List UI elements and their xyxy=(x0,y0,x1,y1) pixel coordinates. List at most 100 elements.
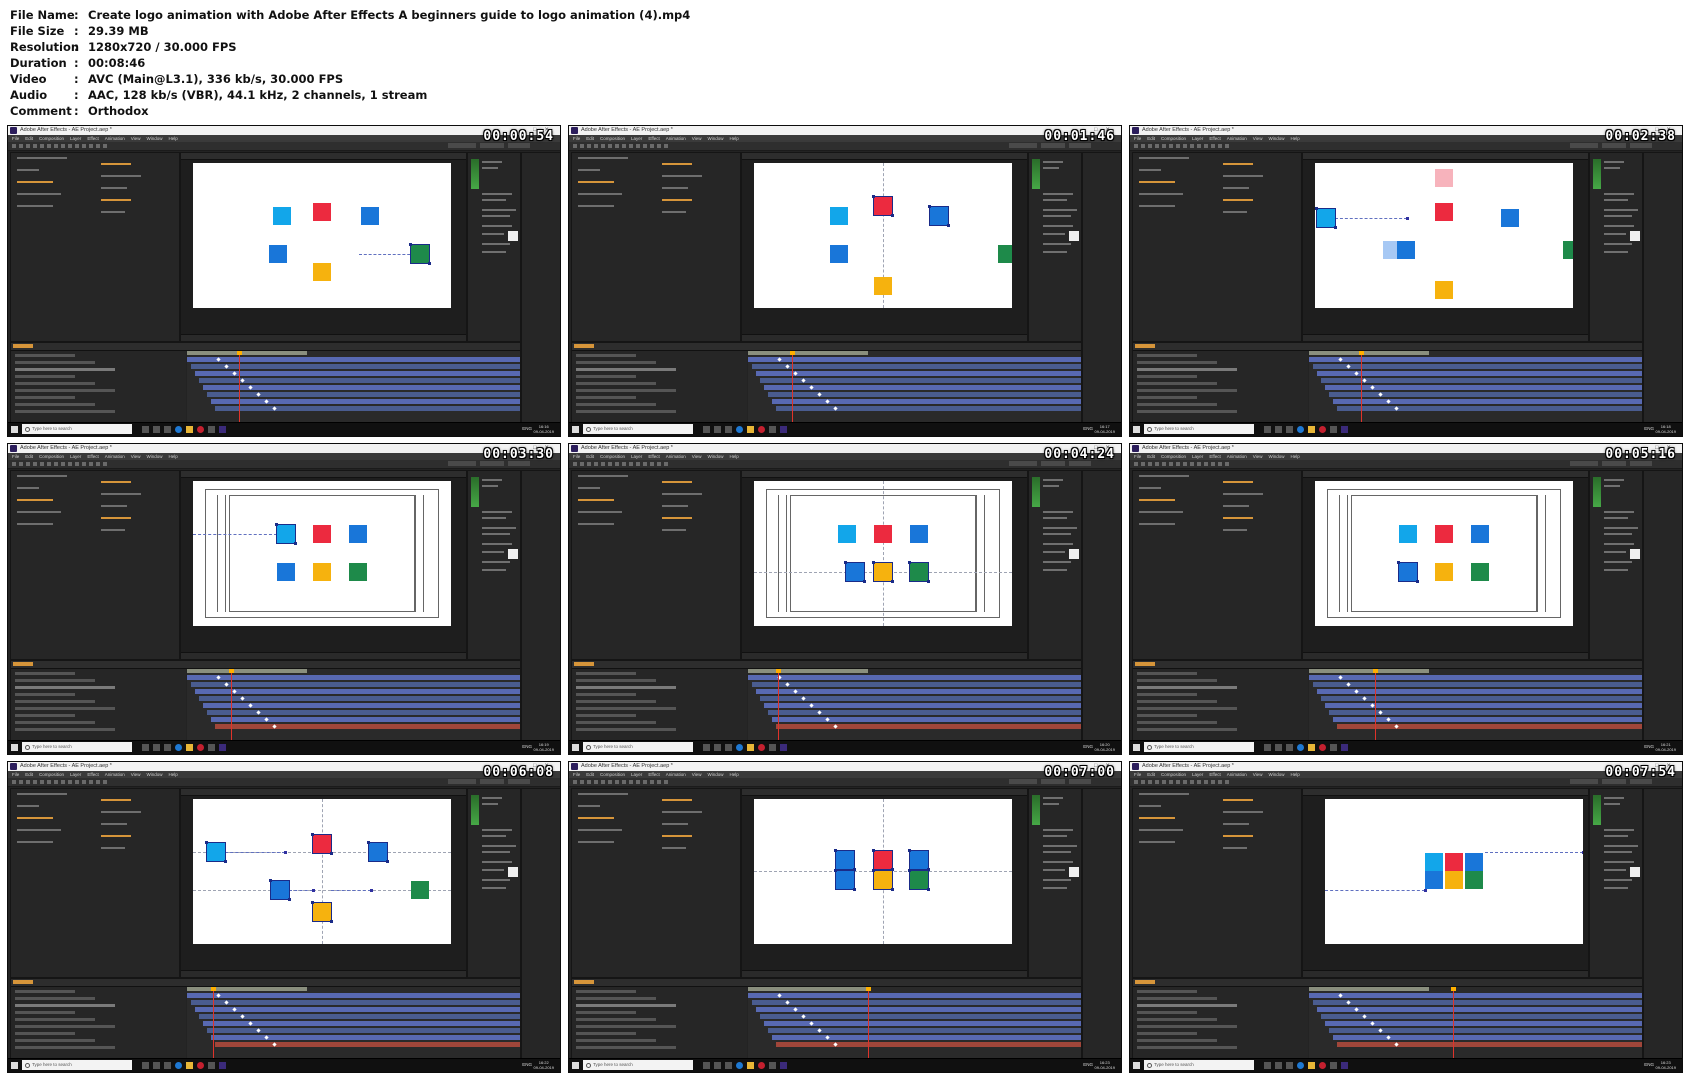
shape-layer-square[interactable] xyxy=(1435,525,1453,543)
layer-row[interactable] xyxy=(1137,721,1217,724)
menu-item[interactable]: File xyxy=(12,135,19,142)
layer-duration-bar[interactable] xyxy=(1313,364,1642,369)
tool-button[interactable] xyxy=(82,780,86,784)
menu-item[interactable]: Layer xyxy=(1192,135,1203,142)
layer-row[interactable] xyxy=(576,997,656,1000)
keyframe-point[interactable] xyxy=(1424,889,1427,892)
layer-row[interactable] xyxy=(1137,707,1237,710)
store-icon[interactable] xyxy=(1275,1062,1282,1069)
layer-row[interactable] xyxy=(15,361,95,364)
layer-duration-bar[interactable] xyxy=(748,675,1081,680)
composition-tabs[interactable] xyxy=(181,789,466,796)
layer-row[interactable] xyxy=(576,396,636,399)
task-view-icon[interactable] xyxy=(142,744,149,751)
work-area-bar[interactable] xyxy=(187,669,307,673)
layer-duration-bar[interactable] xyxy=(211,717,520,722)
settings-icon[interactable] xyxy=(208,744,215,751)
mail-icon[interactable] xyxy=(725,744,732,751)
layer-row[interactable] xyxy=(576,375,636,378)
layer-duration-bar[interactable] xyxy=(1337,406,1642,411)
shape-layer-square[interactable] xyxy=(349,563,367,581)
tool-button[interactable] xyxy=(1211,780,1215,784)
tool-button[interactable] xyxy=(19,144,23,148)
menu-item[interactable]: Composition xyxy=(600,771,625,778)
tool-button[interactable] xyxy=(622,144,626,148)
shape-layer-square[interactable] xyxy=(1445,853,1463,871)
shape-layer-square[interactable] xyxy=(1397,561,1419,583)
layer-row[interactable] xyxy=(1137,1018,1217,1021)
layer-row[interactable] xyxy=(15,389,115,392)
opera-icon[interactable] xyxy=(758,1062,765,1069)
store-icon[interactable] xyxy=(1275,744,1282,751)
layer-duration-bar[interactable] xyxy=(776,1042,1081,1047)
layer-row[interactable] xyxy=(1137,1004,1237,1007)
menu-item[interactable]: File xyxy=(1134,135,1141,142)
tool-button[interactable] xyxy=(1225,144,1229,148)
tool-button[interactable] xyxy=(1183,462,1187,466)
tool-button[interactable] xyxy=(643,462,647,466)
layer-duration-bar[interactable] xyxy=(772,399,1081,404)
shape-layer-square[interactable] xyxy=(872,869,894,891)
menu-item[interactable]: Layer xyxy=(1192,453,1203,460)
workspace-selector[interactable] xyxy=(1570,143,1598,148)
work-area-bar[interactable] xyxy=(1309,987,1429,991)
layer-row[interactable] xyxy=(576,686,676,689)
tool-button[interactable] xyxy=(1155,780,1159,784)
layer-duration-bar[interactable] xyxy=(1333,717,1642,722)
taskbar-clock[interactable]: 16:20 09-04-2019 xyxy=(1095,742,1115,752)
menu-item[interactable]: Edit xyxy=(586,453,594,460)
start-button-icon[interactable] xyxy=(11,1062,18,1069)
tool-button[interactable] xyxy=(68,462,72,466)
tool-button[interactable] xyxy=(26,780,30,784)
taskbar-clock[interactable]: 16:18 09-04-2019 xyxy=(1656,424,1676,434)
layer-row[interactable] xyxy=(576,1046,676,1049)
layer-row[interactable] xyxy=(15,721,95,724)
menu-item[interactable]: Help xyxy=(1290,453,1299,460)
language-indicator[interactable]: ENG xyxy=(522,426,532,431)
tool-button[interactable] xyxy=(1225,462,1229,466)
menu-item[interactable]: Edit xyxy=(1147,771,1155,778)
layer-row[interactable] xyxy=(1137,693,1197,696)
menu-item[interactable]: Layer xyxy=(631,453,642,460)
tool-button[interactable] xyxy=(47,462,51,466)
layer-duration-bar[interactable] xyxy=(1337,724,1642,729)
edge-icon[interactable] xyxy=(736,426,743,433)
layer-row[interactable] xyxy=(576,693,636,696)
tool-button[interactable] xyxy=(1169,144,1173,148)
menu-item[interactable]: Composition xyxy=(1161,453,1186,460)
file-explorer-icon[interactable] xyxy=(747,744,754,751)
layer-row[interactable] xyxy=(576,990,636,993)
layer-row[interactable] xyxy=(576,410,676,413)
layer-row[interactable] xyxy=(576,1011,636,1014)
playhead[interactable] xyxy=(790,351,795,423)
layer-row[interactable] xyxy=(576,679,656,682)
tool-button[interactable] xyxy=(47,144,51,148)
edge-icon[interactable] xyxy=(736,744,743,751)
menu-item[interactable]: Window xyxy=(707,453,723,460)
shape-layer-square[interactable] xyxy=(1471,563,1489,581)
tool-button[interactable] xyxy=(1197,144,1201,148)
layer-duration-bar[interactable] xyxy=(195,1007,520,1012)
start-button-icon[interactable] xyxy=(1133,426,1140,433)
settings-icon[interactable] xyxy=(208,1062,215,1069)
work-area-bar[interactable] xyxy=(187,351,307,355)
current-time-indicator[interactable] xyxy=(13,344,33,348)
file-explorer-icon[interactable] xyxy=(186,744,193,751)
composition-canvas[interactable] xyxy=(193,481,451,626)
tool-button[interactable] xyxy=(1204,462,1208,466)
language-indicator[interactable]: ENG xyxy=(1644,1062,1654,1067)
after-effects-icon[interactable] xyxy=(1341,1062,1348,1069)
language-indicator[interactable]: ENG xyxy=(522,1062,532,1067)
keyframe-point[interactable] xyxy=(1406,217,1409,220)
layer-row[interactable] xyxy=(1137,382,1217,385)
start-button-icon[interactable] xyxy=(11,426,18,433)
mail-icon[interactable] xyxy=(1286,1062,1293,1069)
layer-row[interactable] xyxy=(15,1025,115,1028)
taskbar-search[interactable]: Type here to search xyxy=(583,742,693,752)
tool-button[interactable] xyxy=(1183,780,1187,784)
taskbar-clock[interactable]: 16:23 09-04-2019 xyxy=(1095,1060,1115,1070)
tool-button[interactable] xyxy=(657,780,661,784)
shape-layer-square[interactable] xyxy=(367,841,389,863)
workspace-selector[interactable] xyxy=(448,461,476,466)
tool-button[interactable] xyxy=(1197,780,1201,784)
